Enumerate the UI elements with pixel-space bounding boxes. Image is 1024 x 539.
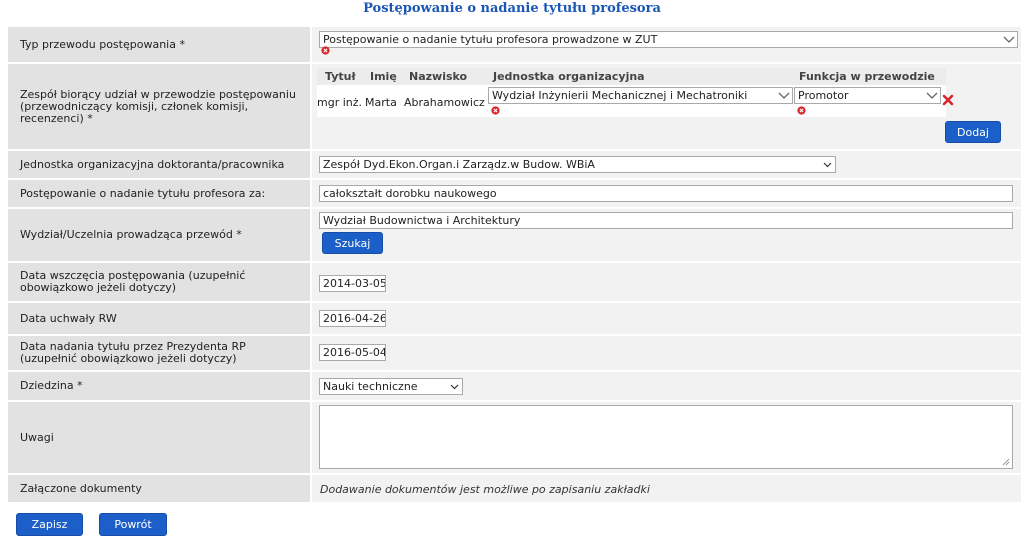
wydzial-value-cell: Wydział Budownictwa i Architektury Szuka… [312,209,1021,261]
data-wszczecia-label: Data wszczęcia postępowania (uzupełnić o… [8,263,310,301]
error-icon [491,106,500,115]
dziedzina-select-value: Nauki techniczne [323,380,418,393]
data-uchwaly-value-cell: 2016-04-26 [312,303,1021,334]
save-button[interactable]: Zapisz [16,513,83,536]
jednostka-select-value: Zespół Dyd.Ekon.Organ.i Zarządz.w Budow.… [323,158,595,171]
dziedzina-value-cell: Nauki techniczne [312,372,1021,400]
dokumenty-label: Załączone dokumenty [8,475,310,502]
resize-grip-icon[interactable] [1002,458,1010,466]
uwagi-textarea[interactable] [319,405,1013,469]
dokumenty-note: Dodawanie dokumentów jest możliwe po zap… [320,483,650,496]
za-input[interactable]: całokształt dorobku naukowego [319,185,1013,202]
col-header-nazwisko: Nazwisko [409,70,468,83]
col-header-imie: Imię [370,70,397,83]
data-wszczecia-value-cell: 2014-03-05 [312,263,1021,301]
delete-icon[interactable] [942,94,954,106]
data-nadania-value-cell: 2016-05-04 [312,336,1021,370]
data-uchwaly-label: Data uchwały RW [8,303,310,334]
row-data-wszczecia: Data wszczęcia postępowania (uzupełnić o… [8,263,1021,301]
add-member-button-label: Dodaj [957,126,989,139]
uwagi-label: Uwagi [8,402,310,473]
jednostka-value-cell: Zespół Dyd.Ekon.Organ.i Zarządz.w Budow.… [312,151,1021,178]
row-data-uchwaly: Data uchwały RW 2016-04-26 [8,303,1021,334]
row-uwagi: Uwagi [8,402,1021,473]
row-zespol: Zespół biorący udział w przewodzie postę… [8,64,1021,149]
page-title: Postępowanie o nadanie tytułu profesora [363,1,661,16]
wydzial-input[interactable]: Wydział Budownictwa i Architektury [319,212,1013,229]
error-icon [797,106,806,115]
zespol-label: Zespół biorący udział w przewodzie postę… [8,64,310,149]
data-nadania-label: Data nadania tytułu przez Prezydenta RP … [8,336,310,370]
funkcja-row-select-value: Promotor [798,89,849,102]
jednostka-row-select-value: Wydział Inżynierii Mechanicznej i Mechat… [492,89,748,102]
back-button[interactable]: Powrót [99,513,167,536]
jednostka-select[interactable]: Zespół Dyd.Ekon.Organ.i Zarządz.w Budow.… [319,156,836,173]
data-wszczecia-input[interactable]: 2014-03-05 [319,275,386,292]
data-nadania-input[interactable]: 2016-05-04 [319,344,386,361]
chevron-down-icon [450,384,459,390]
typ-select-value: Postępowanie o nadanie tytułu profesora … [323,33,658,46]
data-uchwaly-input[interactable]: 2016-04-26 [319,310,386,327]
row-jednostka: Jednostka organizacyjna doktoranta/praco… [8,151,1021,178]
add-member-button[interactable]: Dodaj [945,121,1001,143]
col-header-funkcja: Funkcja w przewodzie [799,70,935,83]
dziedzina-select[interactable]: Nauki techniczne [319,378,463,395]
save-button-label: Zapisz [31,518,68,531]
typ-value-cell: Postępowanie o nadanie tytułu profesora … [312,27,1021,62]
za-value-cell: całokształt dorobku naukowego [312,180,1021,207]
row-dokumenty: Załączone dokumenty Dodawanie dokumentów… [8,475,1021,502]
dziedzina-label: Dziedzina * [8,372,310,400]
jednostka-label: Jednostka organizacyjna doktoranta/praco… [8,151,310,178]
row-data-nadania: Data nadania tytułu przez Prezydenta RP … [8,336,1021,370]
typ-select[interactable]: Postępowanie o nadanie tytułu profesora … [319,31,1018,48]
za-label: Postępowanie o nadanie tytułu profesora … [8,180,310,207]
col-header-jednostka: Jednostka organizacyjna [493,70,645,83]
row-typ: Typ przewodu postępowania * Postępowanie… [8,27,1021,62]
row-za: Postępowanie o nadanie tytułu profesora … [8,180,1021,207]
search-button[interactable]: Szukaj [322,232,383,254]
chevron-down-icon [1003,36,1015,43]
row-wydzial: Wydział/Uczelnia prowadząca przewód * Wy… [8,209,1021,261]
dokumenty-value-cell: Dodawanie dokumentów jest możliwe po zap… [312,475,1021,502]
row-dziedzina: Dziedzina * Nauki techniczne [8,372,1021,400]
wydzial-label: Wydział/Uczelnia prowadząca przewód * [8,209,310,261]
chevron-down-icon [823,162,832,168]
zespol-value-cell: Tytuł Imię Nazwisko Jednostka organizacy… [312,64,1021,149]
error-icon [321,46,330,55]
back-button-label: Powrót [114,518,152,531]
chevron-down-icon [778,92,790,99]
funkcja-row-select[interactable]: Promotor [794,87,941,104]
typ-label: Typ przewodu postępowania * [8,27,310,62]
cell-tytul: mgr inż. [317,96,363,109]
cell-imie: Marta [365,96,397,109]
uwagi-value-cell [312,402,1021,473]
cell-nazwisko: Abrahamowicz [404,96,485,109]
zespol-table: Tytuł Imię Nazwisko Jednostka organizacy… [317,64,946,118]
search-button-label: Szukaj [334,237,371,250]
col-header-tytul: Tytuł [325,70,356,83]
jednostka-row-select[interactable]: Wydział Inżynierii Mechanicznej i Mechat… [488,87,793,104]
chevron-down-icon [926,92,938,99]
